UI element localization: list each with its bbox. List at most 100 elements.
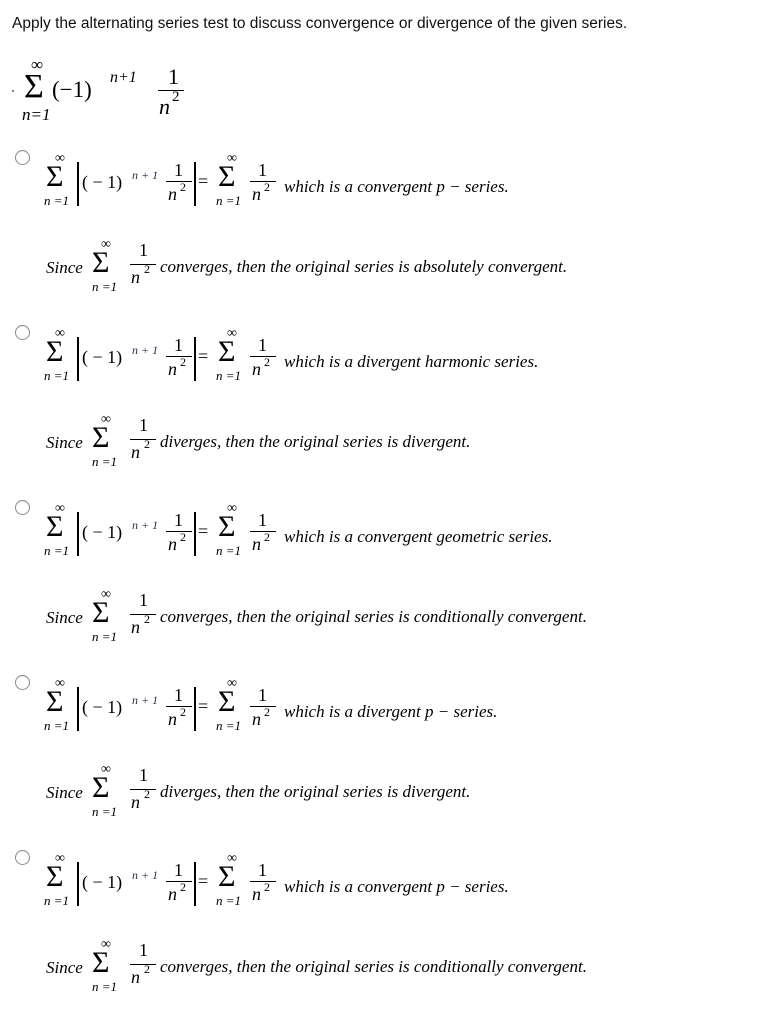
fraction-power-right: 2: [264, 705, 270, 719]
fraction-power: 2: [144, 437, 150, 451]
sum-lower-limit: n =1: [92, 979, 118, 994]
sum-lower-limit-right: n =1: [216, 718, 242, 733]
sum-lower-limit: n =1: [44, 718, 70, 733]
fraction-denominator-right: n: [252, 184, 261, 204]
fraction-power: 2: [180, 530, 186, 544]
fraction-bar: [166, 881, 192, 882]
fraction-denominator: n: [168, 184, 177, 204]
sigma-symbol: Σ: [46, 510, 64, 543]
equals-sign: =: [198, 171, 209, 191]
fraction-bar-right: [250, 181, 276, 182]
fraction-denominator: n: [159, 94, 170, 119]
fraction-bar: [130, 614, 156, 615]
answer-option-4[interactable]: ∞ Σ n =1 ( − 1) n + 1 1 n 2 = ∞ Σ n =1 1…: [0, 675, 774, 845]
answer-option-5[interactable]: ∞ Σ n =1 ( − 1) n + 1 1 n 2 = ∞ Σ n =1 1…: [0, 850, 774, 1020]
fraction-denominator: n: [131, 792, 140, 812]
sum-lower-limit: n=1: [22, 105, 51, 124]
fraction-numerator-right: 1: [258, 335, 267, 355]
option-statement-3: which is a convergent geometric series.: [284, 527, 553, 546]
fraction-numerator: 1: [139, 590, 148, 610]
fraction-numerator: 1: [139, 765, 148, 785]
sigma-symbol: Σ: [92, 946, 110, 979]
since-label: Since: [46, 258, 83, 277]
sum-lower-limit: n =1: [44, 893, 70, 908]
answer-option-1[interactable]: ∞ Σ n =1 ( − 1) n + 1 1 n 2 = ∞ Σ n =1 1…: [0, 150, 774, 320]
fraction-denominator: n: [131, 617, 140, 637]
option-conclusion-3: converges, then the original series is c…: [160, 607, 587, 626]
fraction-numerator: 1: [174, 685, 183, 705]
term-base: ( − 1): [82, 172, 123, 192]
fraction-numerator: 1: [168, 64, 179, 89]
fraction-denominator-right: n: [252, 359, 261, 379]
sum-lower-limit-right: n =1: [216, 893, 242, 908]
abs-bar-right: [194, 337, 196, 381]
fraction-power-right: 2: [264, 355, 270, 369]
sigma-symbol: Σ: [24, 68, 44, 105]
sum-lower-limit-right: n =1: [216, 368, 242, 383]
abs-bar-right: [194, 862, 196, 906]
fraction-bar-right: [250, 881, 276, 882]
fraction-numerator: 1: [139, 240, 148, 260]
fraction-denominator: n: [168, 709, 177, 729]
fraction-numerator: 1: [174, 160, 183, 180]
question-prompt: Apply the alternating series test to dis…: [12, 15, 628, 32]
fraction-power: 2: [172, 89, 180, 105]
fraction-denominator: n: [168, 534, 177, 554]
radio-button[interactable]: [15, 675, 30, 690]
fraction-numerator-right: 1: [258, 860, 267, 880]
sum-lower-limit: n =1: [92, 804, 118, 819]
sigma-symbol: Σ: [92, 771, 110, 804]
abs-bar-left: [77, 512, 79, 556]
term-exponent: n + 1: [132, 168, 159, 182]
fraction-denominator: n: [131, 267, 140, 287]
since-label: Since: [46, 608, 83, 627]
fraction-bar: [166, 706, 192, 707]
abs-bar-left: [77, 162, 79, 206]
fraction-power: 2: [144, 262, 150, 276]
fraction-numerator-right: 1: [258, 510, 267, 530]
radio-button[interactable]: [15, 150, 30, 165]
equals-sign: =: [198, 696, 209, 716]
answer-option-2[interactable]: ∞ Σ n =1 ( − 1) n + 1 1 n 2 = ∞ Σ n =1 1…: [0, 325, 774, 495]
sigma-symbol: Σ: [46, 160, 64, 193]
fraction-bar: [130, 264, 156, 265]
term-exponent: n + 1: [132, 868, 159, 882]
term-base: ( − 1): [82, 347, 123, 367]
fraction-denominator: n: [168, 359, 177, 379]
abs-bar-left: [77, 862, 79, 906]
sum-lower-limit-right: n =1: [216, 543, 242, 558]
fraction-power: 2: [180, 705, 186, 719]
sum-lower-limit: n =1: [44, 193, 70, 208]
fraction-denominator: n: [131, 967, 140, 987]
abs-bar-left: [77, 337, 79, 381]
fraction-denominator: n: [131, 442, 140, 462]
since-label: Since: [46, 958, 83, 977]
sigma-symbol-right: Σ: [218, 335, 236, 368]
answer-option-3[interactable]: ∞ Σ n =1 ( − 1) n + 1 1 n 2 = ∞ Σ n =1 1…: [0, 500, 774, 670]
since-label: Since: [46, 433, 83, 452]
fraction-power-right: 2: [264, 180, 270, 194]
sigma-symbol: Σ: [46, 335, 64, 368]
fraction-bar: [166, 181, 192, 182]
radio-button[interactable]: [15, 850, 30, 865]
option-conclusion-1: converges, then the original series is a…: [160, 257, 568, 276]
equals-sign: =: [198, 521, 209, 541]
radio-button[interactable]: [15, 325, 30, 340]
sigma-symbol: Σ: [92, 596, 110, 629]
term-base: (−1): [52, 77, 92, 102]
fraction-bar-right: [250, 706, 276, 707]
term-exponent: n + 1: [132, 693, 159, 707]
sigma-symbol-right: Σ: [218, 510, 236, 543]
sigma-symbol: Σ: [92, 421, 110, 454]
fraction-bar: [166, 356, 192, 357]
radio-button[interactable]: [15, 500, 30, 515]
fraction-power: 2: [144, 962, 150, 976]
term-exponent: n + 1: [132, 343, 159, 357]
abs-bar-right: [194, 687, 196, 731]
equals-sign: =: [198, 871, 209, 891]
fraction-numerator: 1: [139, 415, 148, 435]
sigma-symbol-right: Σ: [218, 860, 236, 893]
given-series: ∞ Σ n=1 (−1) n+1 1 n 2: [14, 56, 214, 126]
sum-lower-limit: n =1: [92, 279, 118, 294]
abs-bar-right: [194, 162, 196, 206]
